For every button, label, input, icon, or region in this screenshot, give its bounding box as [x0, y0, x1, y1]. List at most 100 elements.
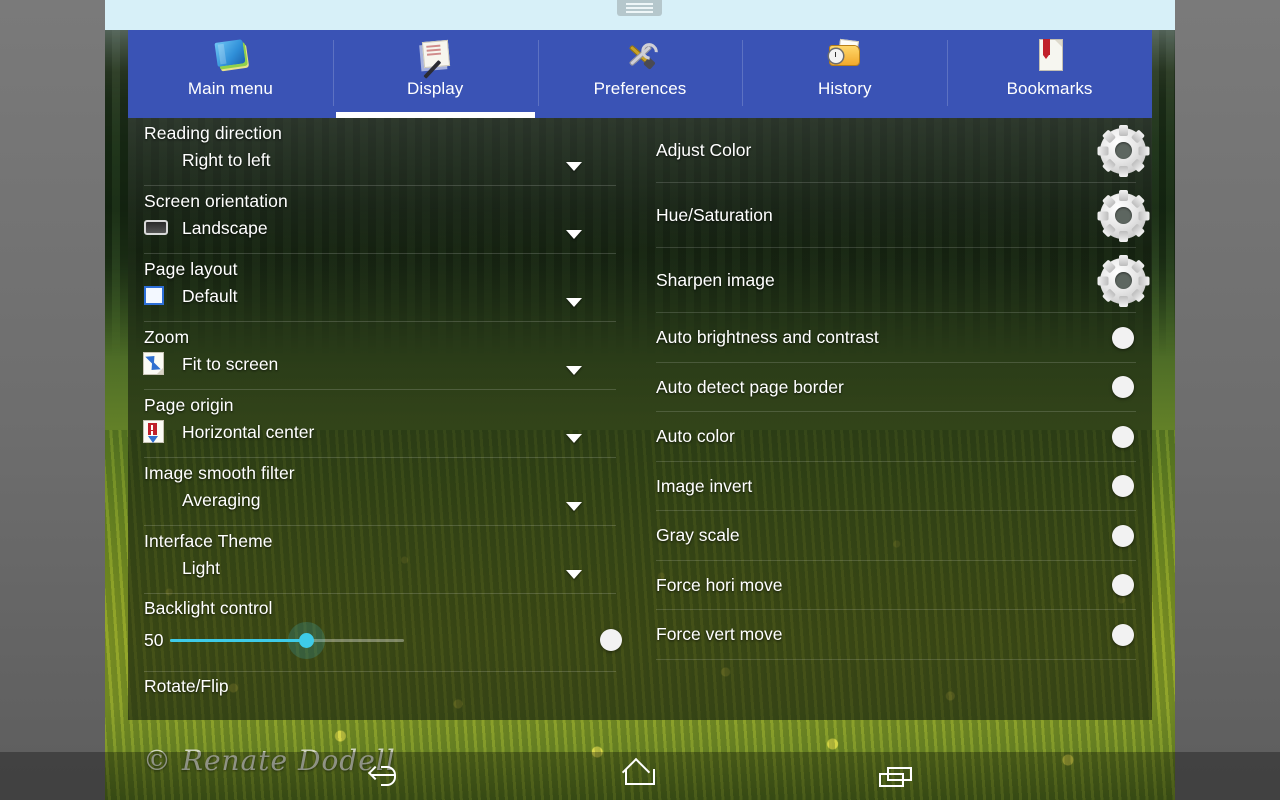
setting-label: Sharpen image	[656, 270, 1100, 291]
zoom-fit-icon	[144, 353, 174, 375]
backlight-toggle[interactable]	[600, 629, 622, 651]
setting-screen-orientation[interactable]: Screen orientation Landscape	[144, 186, 640, 254]
book-icon	[210, 37, 250, 75]
tab-display[interactable]: Display	[333, 30, 538, 118]
setting-force-hori-move[interactable]: Force hori move	[656, 561, 1152, 611]
tab-label: Bookmarks	[1007, 79, 1093, 99]
setting-value: Default	[182, 286, 237, 307]
backlight-slider[interactable]	[170, 639, 404, 642]
tab-history[interactable]: History	[742, 30, 947, 118]
setting-sharpen-image[interactable]: Sharpen image	[656, 248, 1152, 313]
setting-auto-detect-page-border[interactable]: Auto detect page border	[656, 363, 1152, 413]
setting-gray-scale[interactable]: Gray scale	[656, 511, 1152, 561]
gear-icon[interactable]	[1100, 193, 1146, 239]
toggle-knob[interactable]	[1112, 525, 1134, 547]
setting-label: Page origin	[144, 390, 640, 416]
tab-preferences[interactable]: Preferences	[538, 30, 743, 118]
setting-reading-direction[interactable]: Reading direction Right to left	[144, 118, 640, 186]
setting-label: Interface Theme	[144, 526, 640, 552]
setting-auto-color[interactable]: Auto color	[656, 412, 1152, 462]
toggle-knob[interactable]	[1112, 426, 1134, 448]
setting-value: Horizontal center	[182, 422, 314, 443]
toggle-knob[interactable]	[1112, 475, 1134, 497]
page-layout-icon	[144, 285, 174, 307]
setting-label: Auto detect page border	[656, 377, 1112, 398]
setting-label: Force vert move	[656, 624, 1112, 645]
chevron-down-icon[interactable]	[566, 434, 582, 443]
setting-label: Hue/Saturation	[656, 205, 1100, 226]
setting-label: Adjust Color	[656, 140, 1100, 161]
display-settings-panel: Main menu Display Preferences History Bo	[128, 30, 1152, 720]
chevron-down-icon[interactable]	[566, 502, 582, 511]
chevron-down-icon[interactable]	[566, 570, 582, 579]
slider-fill	[170, 639, 305, 642]
settings-content: Reading direction Right to left Screen o…	[128, 118, 1152, 720]
toggle-knob[interactable]	[1112, 376, 1134, 398]
setting-label: Image invert	[656, 476, 1112, 497]
chevron-down-icon[interactable]	[566, 366, 582, 375]
slider-thumb[interactable]	[299, 633, 314, 648]
setting-page-layout[interactable]: Page layout Default	[144, 254, 640, 322]
setting-zoom[interactable]: Zoom Fit to screen	[144, 322, 640, 390]
setting-image-invert[interactable]: Image invert	[656, 462, 1152, 512]
setting-label: Backlight control	[144, 594, 640, 619]
setting-label: Zoom	[144, 322, 640, 348]
android-navigation-bar	[0, 752, 1280, 800]
setting-image-smooth-filter[interactable]: Image smooth filter Averaging	[144, 458, 640, 526]
setting-adjust-color[interactable]: Adjust Color	[656, 118, 1152, 183]
setting-label: Force hori move	[656, 575, 1112, 596]
setting-label: Auto brightness and contrast	[656, 327, 1112, 348]
page-origin-icon	[144, 421, 174, 443]
gear-icon[interactable]	[1100, 128, 1146, 174]
right-settings-column: Adjust Color Hue/Saturation	[640, 118, 1152, 720]
setting-label: Gray scale	[656, 525, 1112, 546]
recents-icon[interactable]	[873, 759, 919, 793]
left-settings-column: Reading direction Right to left Screen o…	[128, 118, 640, 720]
drag-handle-line	[626, 11, 653, 13]
chevron-down-icon[interactable]	[566, 162, 582, 171]
back-arrow-icon[interactable]	[361, 759, 407, 793]
setting-label: Screen orientation	[144, 186, 640, 212]
tab-label: Preferences	[594, 79, 687, 99]
note-pen-icon	[415, 37, 455, 75]
tab-main-menu[interactable]: Main menu	[128, 30, 333, 118]
drag-handle-line	[626, 7, 653, 9]
landscape-icon	[144, 217, 174, 239]
tools-icon	[620, 37, 660, 75]
tab-bookmarks[interactable]: Bookmarks	[947, 30, 1152, 118]
home-icon[interactable]	[617, 759, 663, 793]
panel-drag-handle[interactable]	[617, 0, 662, 16]
setting-rotate-flip[interactable]: Rotate/Flip	[144, 672, 640, 720]
setting-hue-saturation[interactable]: Hue/Saturation	[656, 183, 1152, 248]
backlight-value: 50	[144, 630, 170, 651]
setting-value: Light	[182, 558, 220, 579]
setting-value: Right to left	[182, 150, 271, 171]
no-icon	[144, 489, 174, 511]
toggle-knob[interactable]	[1112, 624, 1134, 646]
no-icon	[144, 557, 174, 579]
setting-backlight-control[interactable]: Backlight control 50	[144, 594, 640, 672]
chevron-down-icon[interactable]	[566, 298, 582, 307]
setting-force-vert-move[interactable]: Force vert move	[656, 610, 1152, 660]
tab-label: History	[818, 79, 872, 99]
setting-label: Rotate/Flip	[144, 672, 640, 697]
setting-value: Averaging	[182, 490, 261, 511]
toggle-knob[interactable]	[1112, 574, 1134, 596]
setting-auto-brightness-contrast[interactable]: Auto brightness and contrast	[656, 313, 1152, 363]
gear-icon[interactable]	[1100, 258, 1146, 304]
tab-bar: Main menu Display Preferences History Bo	[128, 30, 1152, 118]
setting-value: Landscape	[182, 218, 268, 239]
setting-label: Page layout	[144, 254, 640, 280]
tab-label: Display	[407, 79, 463, 99]
setting-label: Reading direction	[144, 118, 640, 144]
setting-label: Auto color	[656, 426, 1112, 447]
no-icon	[144, 149, 174, 171]
bookmark-page-icon	[1030, 37, 1070, 75]
setting-value: Fit to screen	[182, 354, 278, 375]
setting-page-origin[interactable]: Page origin Horizontal center	[144, 390, 640, 458]
drag-handle-line	[626, 3, 653, 5]
toggle-knob[interactable]	[1112, 327, 1134, 349]
chevron-down-icon[interactable]	[566, 230, 582, 239]
setting-interface-theme[interactable]: Interface Theme Light	[144, 526, 640, 594]
folder-clock-icon	[825, 37, 865, 75]
